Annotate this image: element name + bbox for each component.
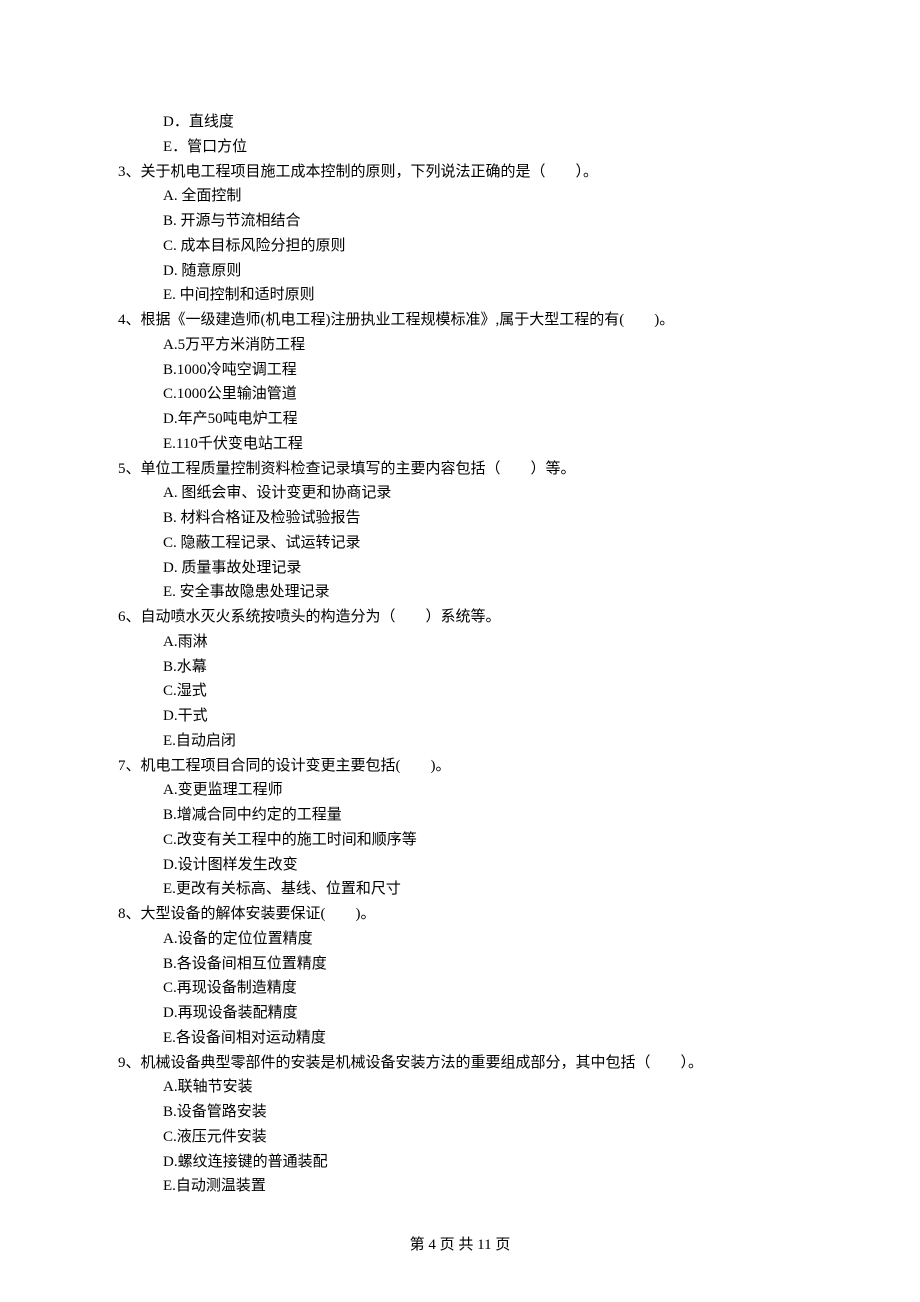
q5-option-d: D. 质量事故处理记录: [118, 556, 802, 581]
q9-option-e: E.自动测温装置: [118, 1174, 802, 1199]
q6-option-c: C.湿式: [118, 679, 802, 704]
q5-stem: 5、单位工程质量控制资料检查记录填写的主要内容包括（ ）等。: [118, 457, 802, 482]
q2-option-e: E．管口方位: [118, 135, 802, 160]
q3-option-b: B. 开源与节流相结合: [118, 209, 802, 234]
document-page: D．直线度 E．管口方位 3、关于机电工程项目施工成本控制的原则，下列说法正确的…: [0, 0, 920, 1199]
q6-option-b: B.水幕: [118, 655, 802, 680]
q4-option-a: A.5万平方米消防工程: [118, 333, 802, 358]
q6-stem: 6、自动喷水灭火系统按喷头的构造分为（ ）系统等。: [118, 605, 802, 630]
q8-option-c: C.再现设备制造精度: [118, 976, 802, 1001]
q7-option-e: E.更改有关标高、基线、位置和尺寸: [118, 877, 802, 902]
q5-option-a: A. 图纸会审、设计变更和协商记录: [118, 481, 802, 506]
q9-stem: 9、机械设备典型零部件的安装是机械设备安装方法的重要组成部分，其中包括（ ）。: [118, 1051, 802, 1076]
page-footer: 第 4 页 共 11 页: [0, 1233, 920, 1254]
q4-option-b: B.1000冷吨空调工程: [118, 358, 802, 383]
q4-option-d: D.年产50吨电炉工程: [118, 407, 802, 432]
q2-option-d: D．直线度: [118, 110, 802, 135]
q8-option-a: A.设备的定位位置精度: [118, 927, 802, 952]
q4-option-e: E.110千伏变电站工程: [118, 432, 802, 457]
q6-option-d: D.干式: [118, 704, 802, 729]
q8-option-e: E.各设备间相对运动精度: [118, 1026, 802, 1051]
q7-option-d: D.设计图样发生改变: [118, 853, 802, 878]
q4-option-c: C.1000公里输油管道: [118, 382, 802, 407]
q3-stem: 3、关于机电工程项目施工成本控制的原则，下列说法正确的是（ ）。: [118, 160, 802, 185]
q6-option-a: A.雨淋: [118, 630, 802, 655]
q6-option-e: E.自动启闭: [118, 729, 802, 754]
q8-option-d: D.再现设备装配精度: [118, 1001, 802, 1026]
q8-option-b: B.各设备间相互位置精度: [118, 952, 802, 977]
q3-option-a: A. 全面控制: [118, 184, 802, 209]
q3-option-d: D. 随意原则: [118, 259, 802, 284]
q9-option-c: C.液压元件安装: [118, 1125, 802, 1150]
q7-stem: 7、机电工程项目合同的设计变更主要包括( )。: [118, 754, 802, 779]
q9-option-a: A.联轴节安装: [118, 1075, 802, 1100]
q7-option-c: C.改变有关工程中的施工时间和顺序等: [118, 828, 802, 853]
q9-option-d: D.螺纹连接键的普通装配: [118, 1150, 802, 1175]
q5-option-b: B. 材料合格证及检验试验报告: [118, 506, 802, 531]
q8-stem: 8、大型设备的解体安装要保证( )。: [118, 902, 802, 927]
q4-stem: 4、根据《一级建造师(机电工程)注册执业工程规模标准》,属于大型工程的有( )。: [118, 308, 802, 333]
q7-option-a: A.变更监理工程师: [118, 778, 802, 803]
q3-option-e: E. 中间控制和适时原则: [118, 283, 802, 308]
q7-option-b: B.增减合同中约定的工程量: [118, 803, 802, 828]
q3-option-c: C. 成本目标风险分担的原则: [118, 234, 802, 259]
q5-option-e: E. 安全事故隐患处理记录: [118, 580, 802, 605]
q9-option-b: B.设备管路安装: [118, 1100, 802, 1125]
q5-option-c: C. 隐蔽工程记录、试运转记录: [118, 531, 802, 556]
